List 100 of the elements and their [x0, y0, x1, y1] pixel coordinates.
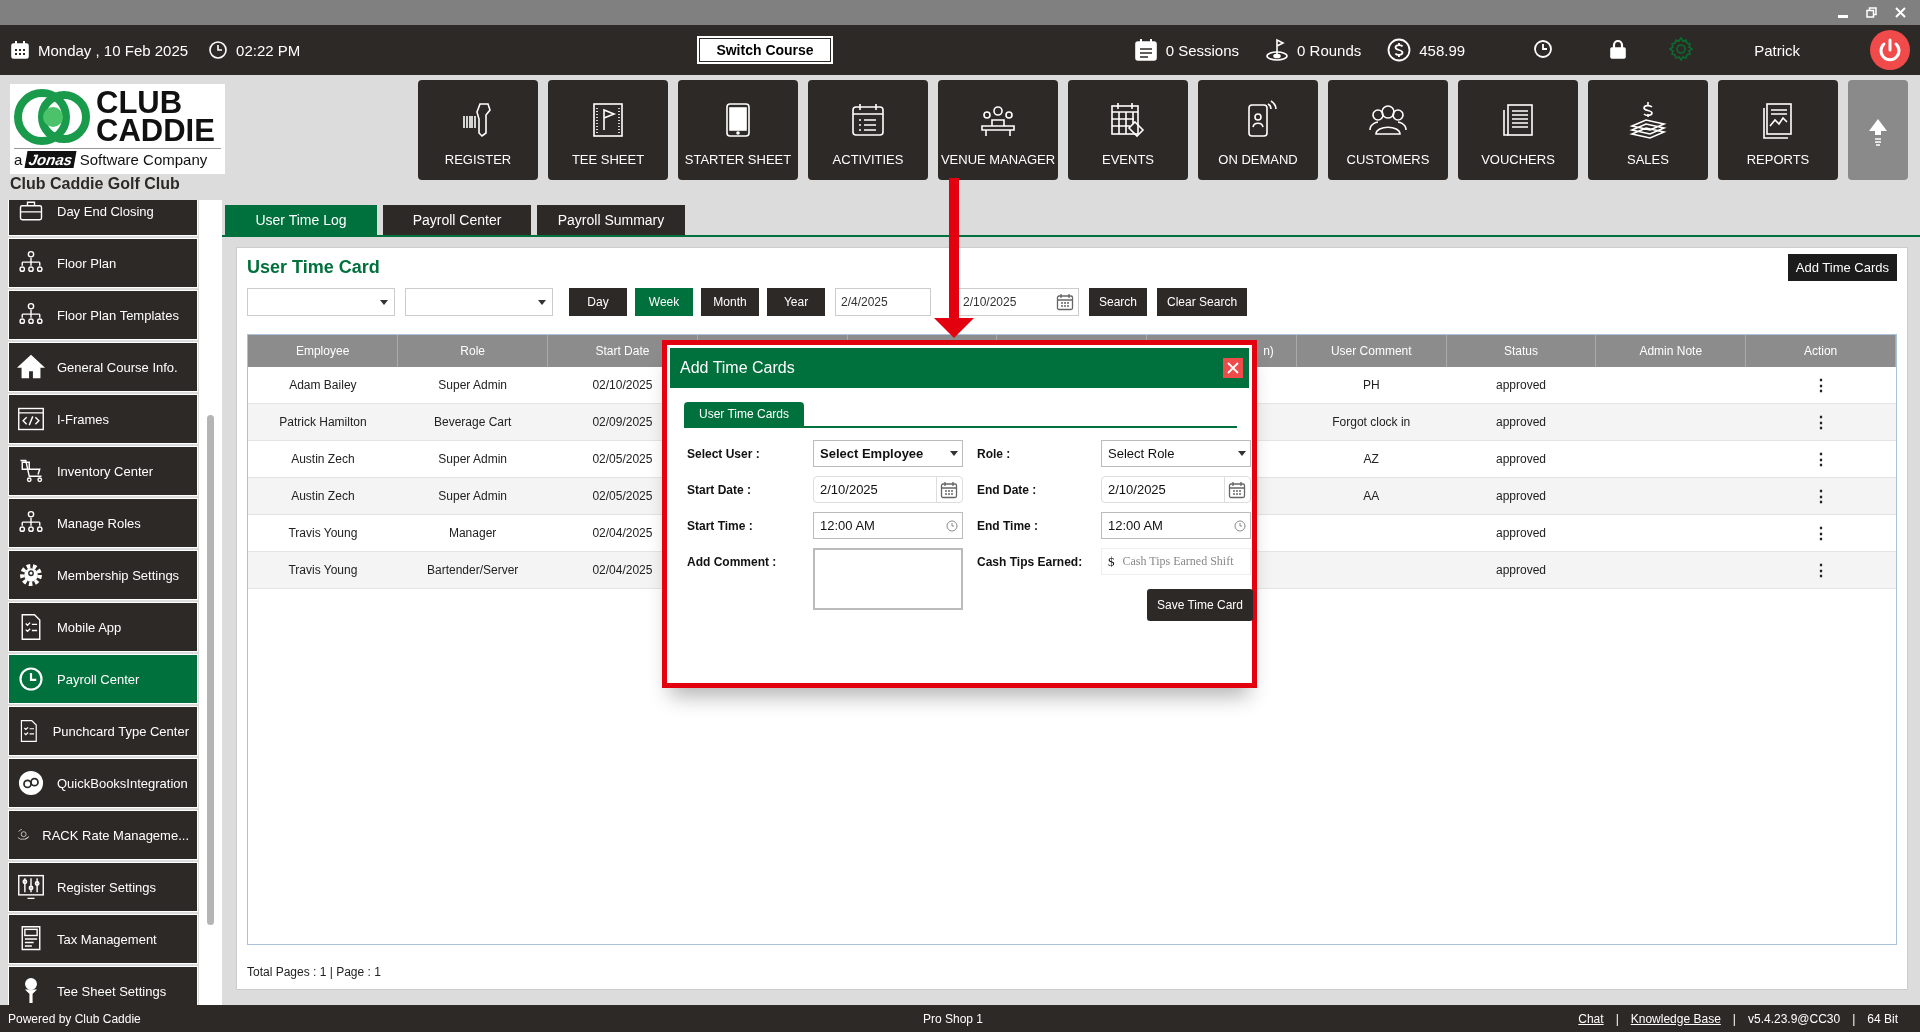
- sidebar-item[interactable]: Punchcard Type Center: [8, 706, 198, 756]
- calendar-icon[interactable]: [940, 480, 958, 499]
- scroll-up-button[interactable]: [1848, 80, 1908, 180]
- comment-field[interactable]: [813, 548, 963, 610]
- sidebar-item[interactable]: Tee Sheet Settings: [8, 966, 198, 1005]
- terminal-name: Pro Shop 1: [923, 1011, 984, 1026]
- date-field[interactable]: 2/4/2025: [835, 288, 931, 316]
- close-button[interactable]: [1223, 358, 1243, 378]
- nav-tile[interactable]: STARTER SHEET: [678, 80, 798, 180]
- sessions-count: 0 Sessions: [1165, 41, 1240, 59]
- close-icon[interactable]: [1895, 7, 1906, 18]
- panel-title: User Time Card: [247, 257, 380, 278]
- table-cell: Adam Bailey: [289, 378, 357, 392]
- more-menu-button[interactable]: ⋮: [1812, 487, 1829, 505]
- sidebar-item[interactable]: Tax Management: [8, 914, 198, 964]
- more-menu-button[interactable]: ⋮: [1812, 376, 1829, 394]
- nav-tile[interactable]: REPORTS: [1718, 80, 1838, 180]
- column-header: n): [1263, 344, 1274, 358]
- clock-icon[interactable]: [946, 519, 958, 532]
- time-field[interactable]: 12:00 AM: [1101, 512, 1251, 539]
- calendar-icon[interactable]: [1228, 480, 1246, 499]
- date-field[interactable]: 2/10/2025: [1101, 476, 1251, 503]
- nav-tile[interactable]: SALES: [1588, 80, 1708, 180]
- golf-hole-icon: [1265, 38, 1290, 62]
- date-field[interactable]: 2/10/2025: [813, 476, 963, 503]
- more-menu-button[interactable]: ⋮: [1812, 561, 1829, 579]
- clear-search-button[interactable]: Clear Search: [1157, 288, 1248, 316]
- more-menu-button[interactable]: ⋮: [1812, 450, 1829, 468]
- search-button[interactable]: Search: [1089, 288, 1148, 316]
- sidebar-item[interactable]: General Course Info.: [8, 342, 198, 392]
- column-header: Status: [1504, 344, 1538, 358]
- help-link[interactable]: Knowledge Base: [1630, 1011, 1721, 1026]
- separator-text: |: [1615, 1011, 1619, 1026]
- sidebar-item[interactable]: I-Frames: [8, 394, 198, 444]
- calendar-icon[interactable]: [1056, 293, 1074, 311]
- table-cell: 02/10/2025: [592, 378, 653, 392]
- tab[interactable]: Payroll Center: [383, 205, 531, 235]
- nav-tile[interactable]: VOUCHERS: [1458, 80, 1578, 180]
- logo-text: CLUB: [96, 89, 183, 117]
- sidebar-item[interactable]: RACK Rate Manageme...: [8, 810, 198, 860]
- sidebar-item[interactable]: Day End Closing: [8, 200, 198, 236]
- caret-icon[interactable]: [950, 451, 958, 456]
- help-link[interactable]: Chat: [1578, 1011, 1604, 1026]
- column-header: Action: [1803, 344, 1838, 358]
- tab[interactable]: Payroll Summary: [537, 205, 685, 235]
- nav-tile[interactable]: ACTIVITIES: [808, 80, 928, 180]
- period-button[interactable]: Year: [767, 288, 825, 316]
- nav-tile[interactable]: TEE SHEET: [548, 80, 668, 180]
- field-label: Start Date :: [687, 481, 752, 499]
- period-button[interactable]: Week: [635, 288, 693, 316]
- save-time-card-button[interactable]: Save Time Card: [1146, 589, 1253, 621]
- sidebar-item[interactable]: Floor Plan Templates: [8, 290, 198, 340]
- more-menu-button[interactable]: ⋮: [1812, 413, 1829, 431]
- field-label: Role :: [977, 445, 1012, 463]
- clock-icon[interactable]: [1234, 519, 1246, 532]
- period-button[interactable]: Month: [701, 288, 759, 316]
- tips-field[interactable]: $ Cash Tips Earned Shift: [1101, 548, 1251, 575]
- caret-icon[interactable]: [538, 299, 546, 305]
- table-cell: Beverage Cart: [433, 415, 512, 429]
- version-text: v5.4.23.9@CC30: [1747, 1011, 1841, 1026]
- caret-icon[interactable]: [1238, 451, 1246, 456]
- table-cell: Austin Zech: [291, 452, 355, 466]
- select-field[interactable]: Select Role: [1101, 440, 1251, 467]
- nav-tile[interactable]: REGISTER: [418, 80, 538, 180]
- tab[interactable]: User Time Log: [225, 205, 377, 235]
- caret-icon[interactable]: [380, 299, 388, 305]
- nav-tile[interactable]: EVENTS: [1068, 80, 1188, 180]
- add-time-cards-button[interactable]: Add Time Cards: [1787, 254, 1897, 281]
- column-header: Start Date: [595, 344, 650, 358]
- sidebar-item[interactable]: Register Settings: [8, 862, 198, 912]
- gear-icon[interactable]: [1668, 35, 1695, 62]
- nav-tile[interactable]: CUSTOMERS: [1328, 80, 1448, 180]
- tab[interactable]: User Time Cards: [684, 402, 805, 426]
- sidebar-item[interactable]: Mobile App: [8, 602, 198, 652]
- sidebar-item[interactable]: Manage Roles: [8, 498, 198, 548]
- select-field[interactable]: [405, 288, 553, 316]
- nav-tile[interactable]: VENUE MANAGER: [938, 80, 1058, 180]
- nav-tile[interactable]: ON DEMAND: [1198, 80, 1318, 180]
- more-menu-button[interactable]: ⋮: [1812, 524, 1829, 542]
- restore-icon[interactable]: [1866, 7, 1877, 18]
- sidebar-item[interactable]: QuickBooksIntegration: [8, 758, 198, 808]
- period-button[interactable]: Day: [569, 288, 627, 316]
- table-cell: Travis Young: [288, 563, 358, 577]
- power-icon[interactable]: [1870, 30, 1910, 70]
- table-cell: Forgot clock in: [1332, 415, 1411, 429]
- sidebar-item[interactable]: Membership Settings: [8, 550, 198, 600]
- scrollbar-thumb[interactable]: [206, 415, 214, 925]
- field-label: Cash Tips Earned:: [977, 553, 1084, 571]
- select-field[interactable]: Select Employee: [813, 440, 963, 467]
- time-field[interactable]: 12:00 AM: [813, 512, 963, 539]
- sidebar-item[interactable]: Inventory Center: [8, 446, 198, 496]
- separator-text: |: [1732, 1011, 1736, 1026]
- dialog-title: Add Time Cards: [680, 359, 795, 377]
- sidebar-item[interactable]: Payroll Center: [8, 654, 198, 704]
- club-name: Club Caddie Golf Club: [10, 175, 181, 193]
- sidebar-item[interactable]: Floor Plan: [8, 238, 198, 288]
- date-field[interactable]: 2/10/2025: [957, 288, 1079, 316]
- rounds-count: 0 Rounds: [1297, 41, 1362, 59]
- select-field[interactable]: [247, 288, 395, 316]
- switch-course-button[interactable]: Switch Course: [697, 36, 833, 64]
